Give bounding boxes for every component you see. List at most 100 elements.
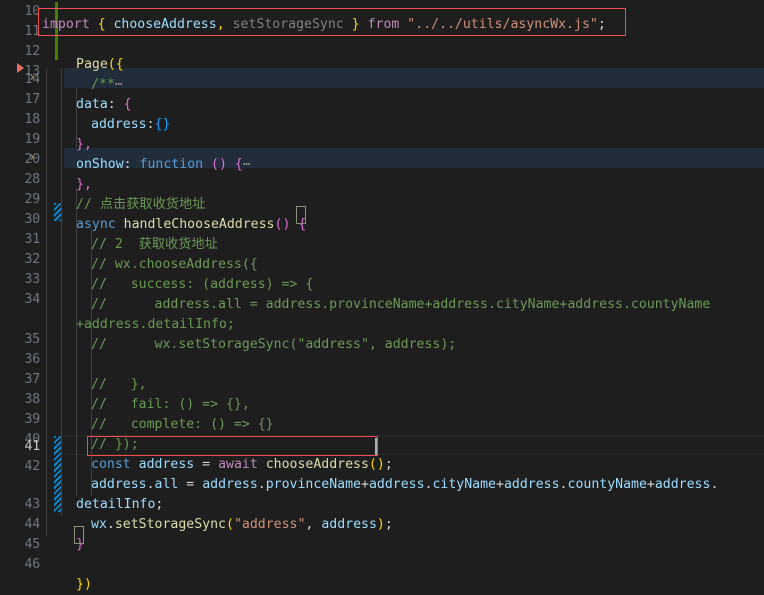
code-line-37[interactable]: // }, xyxy=(91,375,147,395)
code-line-17[interactable]: data: { xyxy=(76,95,132,115)
indent-guide xyxy=(76,208,77,496)
code-line-42[interactable]: address.all = address.provinceName+addre… xyxy=(91,475,718,495)
code-editor[interactable]: › › 10 11 12 13 14 17 18 19 20 28 29 30 … xyxy=(0,0,764,592)
line-number: 29 xyxy=(24,192,41,207)
code-line-19[interactable]: }, xyxy=(76,135,92,155)
token-call-close: }) xyxy=(76,577,92,592)
code-line-28[interactable]: }, xyxy=(76,175,92,195)
token-address: address xyxy=(368,477,425,492)
token-dot: . xyxy=(106,517,115,532)
fold-ellipsis-icon[interactable]: ⋯ xyxy=(115,77,123,92)
token-brace-open: { xyxy=(123,97,132,112)
token-semicolon: ; xyxy=(597,17,606,32)
line-number: 18 xyxy=(24,112,41,127)
line-number: 10 xyxy=(24,4,41,19)
code-line-34[interactable]: // address.all = address.provinceName+ad… xyxy=(91,295,710,315)
line-number: 14 xyxy=(24,72,41,87)
code-line-43[interactable]: wx.setStorageSync("address", address); xyxy=(91,515,393,535)
token-data-key: data xyxy=(76,97,108,112)
token-parens: () xyxy=(274,217,291,232)
code-line-11[interactable]: import { chooseAddress, setStorageSync }… xyxy=(42,15,606,35)
token-brace-open: { xyxy=(234,157,243,172)
token-onShow-key: onShow xyxy=(76,157,124,172)
token-parens: () xyxy=(368,457,385,472)
code-line-33[interactable]: // success: (address) => { xyxy=(91,275,313,295)
token-brace-close: } xyxy=(76,537,84,552)
token-plus: + xyxy=(496,477,504,492)
token-equals: = xyxy=(178,477,203,492)
token-parens: () xyxy=(203,157,235,172)
code-line-40[interactable]: // }); xyxy=(91,435,139,455)
line-number: 38 xyxy=(24,392,41,407)
token-comment: // }); xyxy=(91,437,139,452)
token-brace-open: { xyxy=(290,217,307,232)
token-address-variable: address xyxy=(130,457,195,472)
gutter-selection-stripe xyxy=(54,203,61,221)
token-semicolon: ; xyxy=(384,517,393,532)
token-handleChooseAddress: handleChooseAddress xyxy=(115,217,275,232)
token-detailInfo: detailInfo xyxy=(76,497,156,512)
token-async-keyword: async xyxy=(76,217,116,232)
code-line-42-wrap[interactable]: detailInfo; xyxy=(76,495,163,515)
token-function-keyword: function xyxy=(139,157,204,172)
line-number-active: 41 xyxy=(24,439,41,454)
token-provinceName: provinceName xyxy=(265,477,361,492)
token-plus: + xyxy=(646,477,655,492)
code-line-46[interactable]: }) xyxy=(76,575,92,595)
token-jsdoc-comment: /** xyxy=(91,77,115,92)
code-line-34-wrap[interactable]: +address.detailInfo; xyxy=(76,315,235,335)
line-number: 44 xyxy=(24,517,41,532)
code-line-32[interactable]: // wx.chooseAddress({ xyxy=(91,255,258,275)
token-brace-close: } xyxy=(343,17,360,32)
line-number: 20 xyxy=(24,152,41,167)
code-line-39[interactable]: // complete: () => {} xyxy=(91,415,274,435)
line-number: 28 xyxy=(24,172,41,187)
token-comment: // wx.chooseAddress({ xyxy=(91,257,258,272)
token-address: address xyxy=(503,477,560,492)
code-line-44[interactable]: } xyxy=(76,535,84,555)
token-colon: : xyxy=(146,117,155,132)
gutter-selection-stripe xyxy=(54,436,61,512)
code-line-14[interactable]: /**⋯ xyxy=(91,75,123,95)
line-number: 12 xyxy=(24,44,41,59)
token-setStorageSync-call: setStorageSync xyxy=(114,517,226,532)
token-comma: , xyxy=(305,517,322,532)
token-plus: + xyxy=(361,477,369,492)
line-number: 42 xyxy=(24,459,41,474)
token-string-address: "address" xyxy=(233,517,306,532)
code-line-13[interactable]: Page({ xyxy=(76,55,124,75)
token-comma: , xyxy=(216,17,225,32)
line-number: 39 xyxy=(24,412,41,427)
fold-ellipsis-icon[interactable]: ⋯ xyxy=(243,157,251,172)
code-line-41[interactable]: const address = await chooseAddress(); xyxy=(91,455,393,475)
token-all-prop: all xyxy=(154,477,179,492)
token-page-call: Page xyxy=(76,57,108,72)
token-equals: = xyxy=(194,457,219,472)
token-semicolon: ; xyxy=(384,457,393,472)
token-comment: // success: (address) => { xyxy=(91,277,314,292)
current-line-highlight xyxy=(64,435,764,455)
code-line-18[interactable]: address:{} xyxy=(91,115,170,135)
code-line-38[interactable]: // fail: () => {}, xyxy=(91,395,250,415)
code-line-29[interactable]: // 点击获取收货地址 xyxy=(76,195,205,215)
line-number: 17 xyxy=(24,92,41,107)
token-const-keyword: const xyxy=(91,457,131,472)
code-line-20[interactable]: onShow: function () {⋯ xyxy=(76,155,251,175)
token-comment: // 点击获取收货地址 xyxy=(76,197,206,212)
token-brace-open: { xyxy=(89,17,106,32)
code-line-35[interactable]: // wx.setStorageSync("address", address)… xyxy=(91,335,456,355)
token-address-key: address xyxy=(91,117,147,132)
token-brace-close: }, xyxy=(76,137,92,152)
token-paren-close: ) xyxy=(376,517,385,532)
code-line-30[interactable]: async handleChooseAddress() { xyxy=(76,215,306,235)
token-address-arg: address xyxy=(321,517,377,532)
line-number: 46 xyxy=(24,557,41,572)
token-comment-wrapped: +address.detailInfo; xyxy=(76,317,235,332)
token-comment: // fail: () => {}, xyxy=(91,397,250,412)
code-line-31[interactable]: // 2 获取收货地址 xyxy=(91,235,218,255)
line-number: 36 xyxy=(24,352,41,367)
token-cityName: cityName xyxy=(432,477,497,492)
token-paren-open: ( xyxy=(226,517,234,532)
line-number: 30 xyxy=(24,212,41,227)
token-setStorageSync: setStorageSync xyxy=(224,17,344,32)
